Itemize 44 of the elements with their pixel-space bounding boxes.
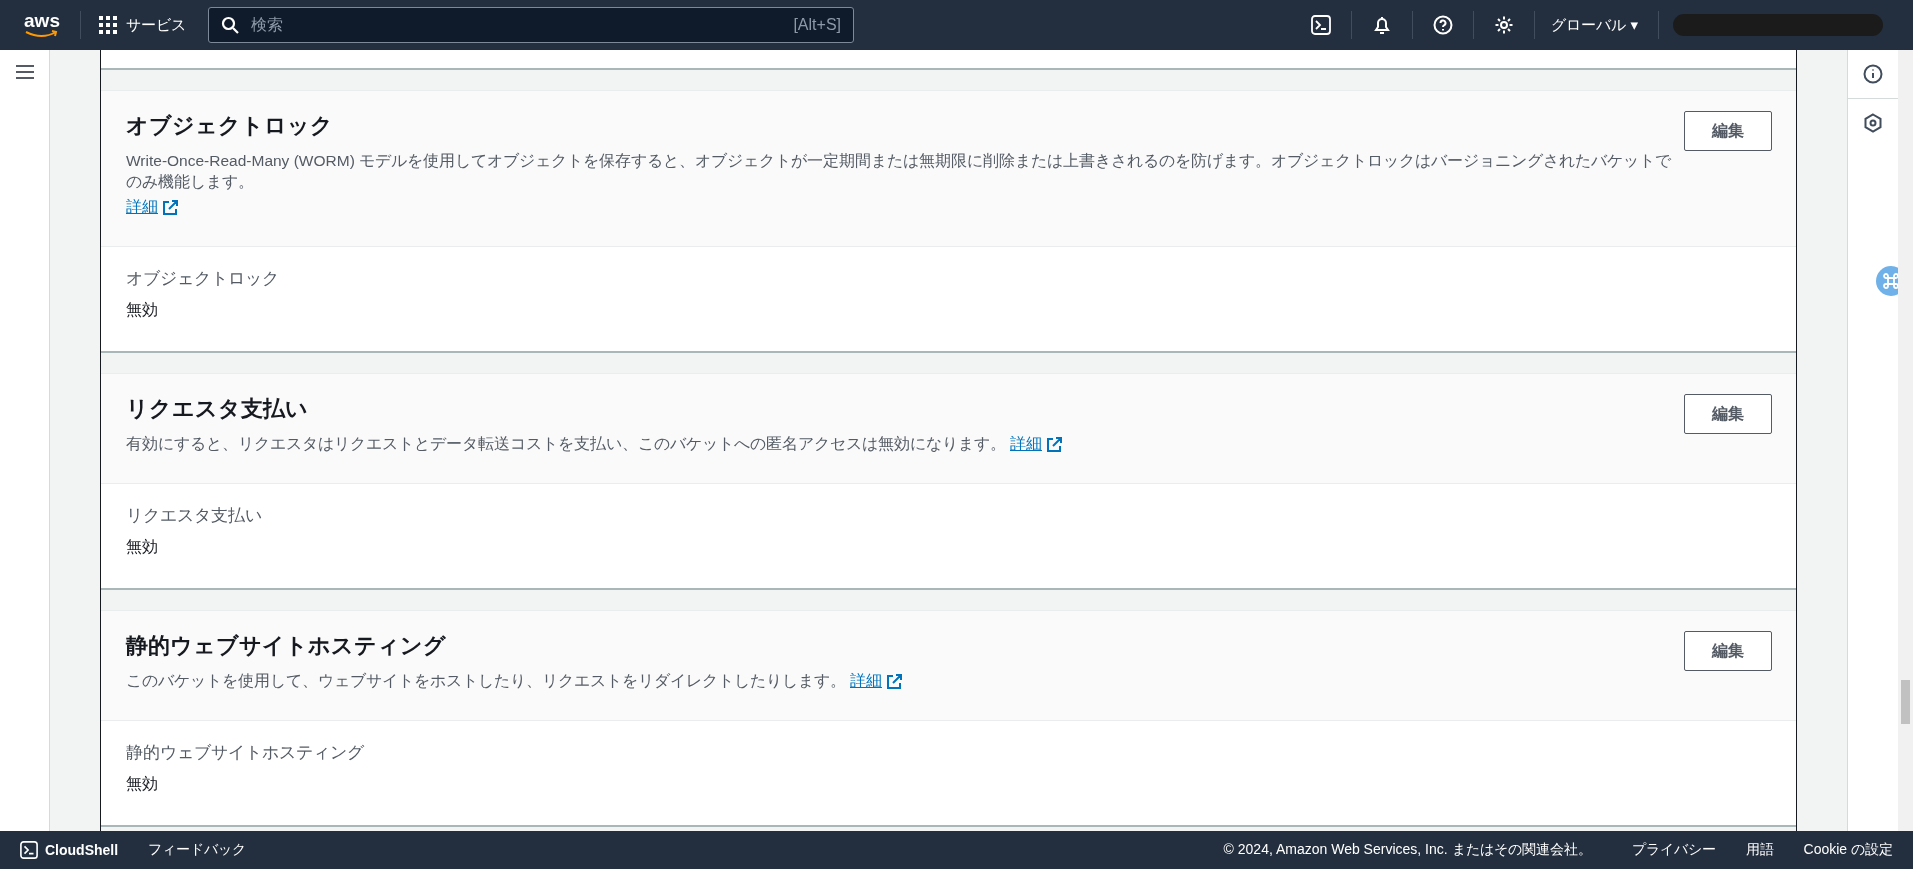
field-label: オブジェクトロック [126, 268, 280, 290]
feedback-link[interactable]: フィードバック [148, 841, 247, 859]
section-description: 有効にすると、リクエスタはリクエストとデータ転送コストを支払い、このバケットへの匿名アクセスは無効になります。 [126, 434, 1006, 454]
learn-more-link[interactable]: 詳細 [126, 197, 158, 218]
hexagon-icon [1863, 113, 1883, 133]
cloudshell-link[interactable]: CloudShell [20, 841, 119, 859]
external-link-icon[interactable] [162, 199, 178, 216]
field-value: 無効 [126, 537, 159, 557]
terminal-icon[interactable] [1311, 15, 1332, 35]
services-menu[interactable]: サービス [99, 15, 186, 35]
edit-button[interactable]: 編集 [1684, 111, 1772, 151]
footer-link[interactable]: プライバシー [1631, 841, 1716, 859]
aws-logo[interactable]: aws [22, 12, 62, 38]
edit-button[interactable]: 編集 [1684, 631, 1772, 671]
external-link-icon[interactable] [886, 673, 902, 690]
menu-icon[interactable] [14, 64, 35, 80]
shortcut-hint: [Alt+S] [793, 16, 841, 34]
section-title: オブジェクトロック [126, 112, 334, 140]
copyright-text: © 2024, Amazon Web Services, Inc. またはその関連会社。 [1223, 841, 1592, 859]
external-link-icon[interactable] [1046, 436, 1062, 453]
field-label: リクエスタ支払い [126, 505, 263, 527]
grid-icon [99, 16, 117, 34]
search-icon [221, 16, 239, 34]
section-title: リクエスタ支払い [126, 395, 309, 423]
help-icon [1433, 15, 1454, 35]
field-value: 無効 [126, 300, 159, 320]
settings-icon [1494, 15, 1515, 35]
field-label: 静的ウェブサイトホスティング [126, 742, 365, 764]
field-value: 無効 [126, 774, 159, 794]
edit-button[interactable]: 編集 [1684, 394, 1772, 434]
footer-link[interactable]: 用語 [1745, 841, 1774, 859]
section-description: このバケットを使用して、ウェブサイトをホストしたり、リクエストをリダイレクトしたりします。 [126, 671, 846, 691]
bell-icon [1372, 15, 1393, 35]
terminal-icon[interactable] [20, 841, 38, 859]
section-title: 静的ウェブサイトホスティング [126, 632, 447, 660]
search-input[interactable]: 検索 [249, 15, 784, 35]
footer-link[interactable]: Cookie の設定 [1803, 841, 1893, 859]
region-menu[interactable]: グローバル ▾ [1545, 15, 1644, 35]
search-field[interactable]: 検索 [Alt+S] [208, 7, 854, 43]
section-description: Write-Once-Read-Many (WORM) モデルを使用してオブジェクトを保存すると、オブジェクトが一定期間または無期限に削除または上書きされるのを防げます。オブジェクトロックはバージョニングされたバケットでのみ機能します。 [126, 151, 1673, 192]
scrollbar-thumb[interactable] [1901, 680, 1910, 724]
learn-more-link[interactable]: 詳細 [850, 671, 882, 692]
info-icon [1863, 64, 1883, 84]
learn-more-link[interactable]: 詳細 [1010, 434, 1042, 455]
